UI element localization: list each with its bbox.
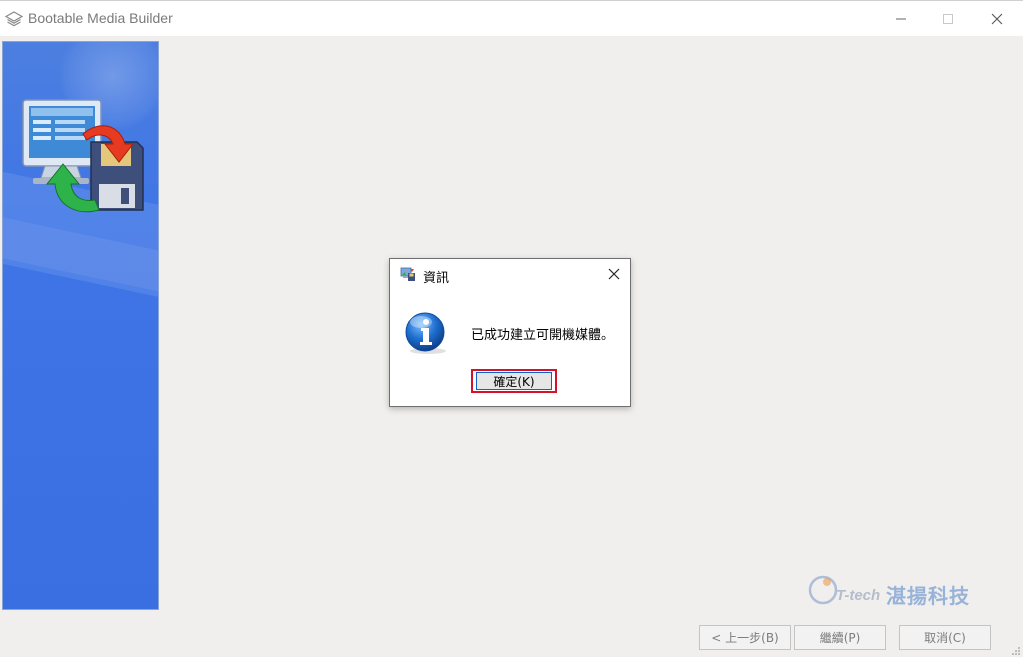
dialog-message: 已成功建立可開機媒體。	[471, 328, 615, 343]
cancel-button[interactable]: 取消(C)	[899, 625, 991, 650]
brand-cjk: 湛揚科技	[886, 584, 970, 608]
close-icon	[991, 13, 1003, 24]
ok-button[interactable]: 確定(K)	[476, 372, 552, 390]
wizard-sidebar	[2, 41, 159, 610]
brand-watermark: T-tech 湛揚科技	[806, 571, 996, 611]
minimize-button[interactable]	[878, 1, 924, 36]
resize-grip-icon[interactable]	[1011, 646, 1021, 656]
maximize-icon	[943, 13, 953, 24]
main-window: Bootable Media Builder 資訊 已成功建立可開機媒體。 確定…	[0, 0, 1023, 657]
close-icon	[608, 268, 620, 280]
bootable-media-logo-icon	[22, 99, 144, 213]
window-title: Bootable Media Builder	[28, 10, 173, 26]
dialog-app-icon	[400, 267, 415, 281]
ok-button-highlight: 確定(K)	[471, 369, 557, 393]
next-button[interactable]: 繼續(P)	[794, 625, 886, 650]
close-button[interactable]	[974, 1, 1020, 36]
brand-latin: T-tech	[836, 587, 881, 604]
app-layers-icon	[5, 11, 23, 27]
dialog-title: 資訊	[423, 271, 450, 286]
minimize-icon	[896, 18, 906, 19]
dialog-close-button[interactable]	[604, 263, 624, 285]
info-icon	[405, 312, 446, 354]
info-dialog: 資訊 已成功建立可開機媒體。 確定(K)	[389, 258, 631, 407]
maximize-button[interactable]	[925, 1, 971, 36]
brand-logo-icon	[808, 575, 838, 605]
title-bar: Bootable Media Builder	[0, 1, 1023, 36]
back-button[interactable]: < 上一步(B)	[699, 625, 791, 650]
